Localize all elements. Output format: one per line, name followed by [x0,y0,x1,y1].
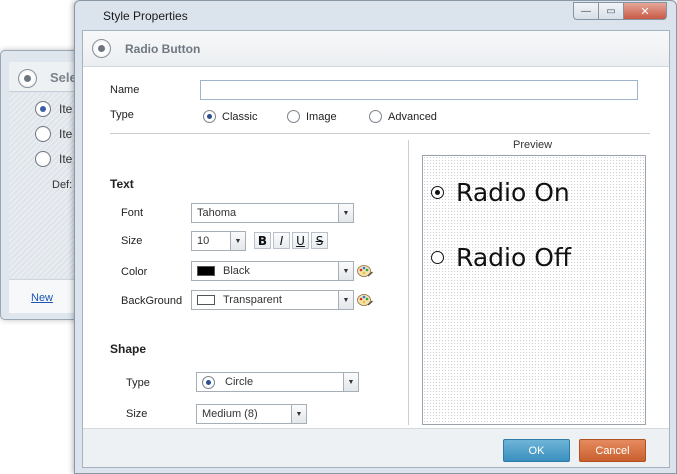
color-swatch [197,266,215,276]
radio-unselected-icon [431,251,444,264]
radio-unselected-icon[interactable] [369,110,382,123]
name-label: Name [110,84,140,96]
chevron-down-icon[interactable]: ▼ [291,405,306,423]
cancel-button[interactable]: Cancel [579,439,646,462]
text-section-title: Text [110,177,134,191]
font-label: Font [121,207,144,219]
background-label: BackGround [121,295,183,307]
style-properties-dialog: Style Properties — ▭ ✕ Radio Button Name… [74,0,677,474]
color-label: Color [121,266,148,278]
ok-button[interactable]: OK [503,439,570,462]
preview-radio-off: Radio Off [431,243,571,272]
preview-radio-on: Radio On [431,178,570,207]
radio-selected-icon [431,186,444,199]
type-option-classic[interactable]: Classic [203,110,257,123]
chevron-down-icon[interactable]: ▼ [230,232,245,250]
chevron-down-icon[interactable]: ▼ [343,373,358,391]
radio-unselected-icon[interactable] [287,110,300,123]
type-label: Type [110,109,134,121]
bold-button[interactable]: B [254,232,271,249]
font-size-select[interactable]: 10 ▼ [191,231,246,251]
radio-unselected-icon[interactable] [35,151,51,167]
maximize-icon: ▭ [606,5,616,17]
dialog-header: Radio Button [83,31,669,67]
background-swatch [197,295,215,305]
shape-type-label: Type [126,377,150,389]
radio-button-icon [92,39,111,58]
minimize-icon: — [581,5,591,17]
background-default-label: Def: [52,179,73,191]
preview-panel: Radio On Radio Off [422,155,646,425]
window-controls: — ▭ ✕ [573,2,667,20]
vertical-divider [408,140,409,425]
name-input[interactable] [200,80,638,100]
circle-shape-icon [202,375,215,389]
horizontal-divider [110,133,650,134]
shape-size-select[interactable]: Medium (8) ▼ [196,404,307,424]
radio-selected-icon[interactable] [203,110,216,123]
strikethrough-button[interactable]: S [311,232,328,249]
dialog-footer: OK Cancel [83,428,669,467]
window-title: Style Properties [103,9,188,23]
underline-button[interactable]: U [292,232,309,249]
color-select[interactable]: Black ▼ [191,261,354,281]
format-buttons: B I U S [254,232,328,249]
type-option-image[interactable]: Image [287,110,337,123]
chevron-down-icon[interactable]: ▼ [338,262,353,280]
maximize-button[interactable]: ▭ [599,2,624,20]
italic-button[interactable]: I [273,232,290,249]
close-icon: ✕ [640,5,650,18]
shape-section-title: Shape [110,342,147,356]
color-picker-icon[interactable] [357,264,373,278]
radio-selected-icon[interactable] [35,101,51,117]
color-picker-icon[interactable] [357,293,373,307]
chevron-down-icon[interactable]: ▼ [338,291,353,309]
radio-button-icon [18,69,37,88]
background-dialog-title: Sele [50,70,77,85]
shape-size-label: Size [126,408,148,420]
header-title: Radio Button [125,42,201,56]
minimize-button[interactable]: — [573,2,599,20]
type-option-advanced[interactable]: Advanced [369,110,437,123]
close-button[interactable]: ✕ [624,2,667,20]
dialog-client-area: Radio Button Name Type Classic Image Adv… [82,30,670,468]
size-label: Size [121,235,143,247]
radio-unselected-icon[interactable] [35,126,51,142]
background-select[interactable]: Transparent ▼ [191,290,354,310]
new-link[interactable]: New [31,292,53,304]
preview-label: Preview [513,139,553,151]
shape-type-select[interactable]: Circle ▼ [196,372,359,392]
font-select[interactable]: Tahoma ▼ [191,203,354,223]
chevron-down-icon[interactable]: ▼ [338,204,353,222]
